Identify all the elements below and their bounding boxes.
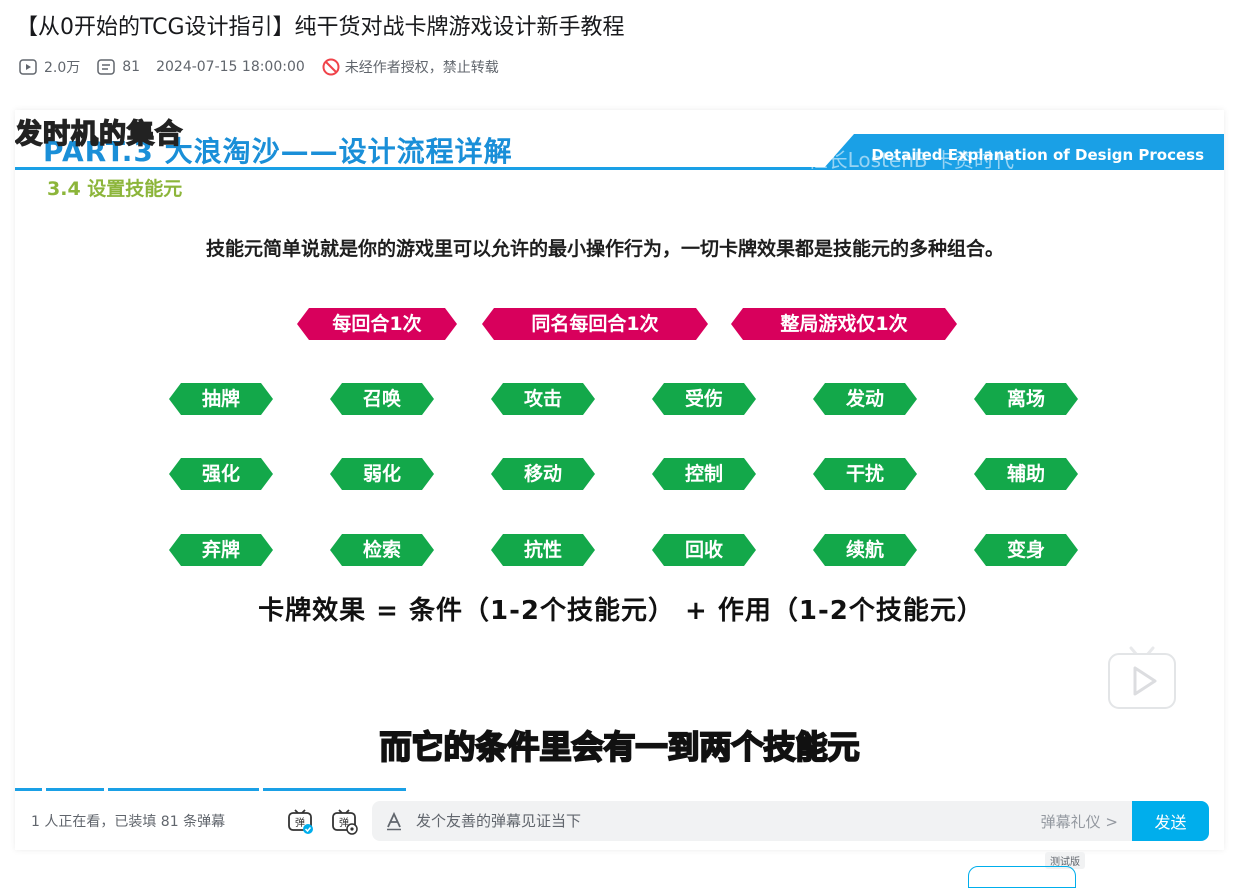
limit-tag: 整局游戏仅1次 (731, 308, 957, 340)
danmaku-toggle-icon: 弹 (288, 809, 313, 834)
danmaku-toggle-button[interactable]: 弹 (285, 806, 315, 836)
danmaku-etiquette-link[interactable]: 弹幕礼仪 > (1041, 811, 1118, 832)
copyright-text: 未经作者授权，禁止转载 (344, 60, 499, 76)
uploader-watermark: 发时机的集合 (15, 118, 183, 151)
copyright-notice: 未经作者授权，禁止转载 (321, 57, 499, 77)
skill-tag: 回收 (652, 534, 756, 566)
skill-tag: 变身 (974, 534, 1078, 566)
danmaku-settings-button[interactable]: 弹 (329, 806, 359, 836)
view-count: 2.0万 (18, 57, 80, 77)
danmaku-settings-icon: 弹 (332, 809, 358, 835)
viewers-count: 1 人正在看，已装填 81 条弹幕 (31, 814, 226, 830)
limit-tag: 每回合1次 (297, 308, 457, 340)
skill-tag: 弱化 (330, 458, 434, 490)
video-player[interactable]: PART.3 大浪淘沙——设计流程详解 社长LostenB 卡资时代 Detai… (15, 110, 1224, 850)
limit-tag: 同名每回合1次 (482, 308, 708, 340)
danmaku-input-box[interactable]: 弹幕礼仪 > (372, 801, 1132, 841)
video-frame[interactable]: PART.3 大浪淘沙——设计流程详解 社长LostenB 卡资时代 Detai… (15, 110, 1224, 792)
text-style-icon[interactable] (384, 811, 404, 831)
video-subtitle: 而它的条件里会有一到两个技能元 (378, 727, 860, 767)
skill-tag: 检索 (330, 534, 434, 566)
slide-intro: 技能元简单说就是你的游戏里可以允许的最小操作行为，一切卡牌效果都是技能元的多种组… (205, 238, 1004, 260)
partial-button[interactable] (968, 866, 1076, 888)
skill-tag: 离场 (974, 383, 1078, 415)
prohibited-icon (322, 58, 340, 76)
skill-tag: 召唤 (330, 383, 434, 415)
video-meta: 2.0万 81 2024-07-15 18:00:00 未经作者授权，禁止转载 (18, 55, 515, 79)
skill-tag: 发动 (813, 383, 917, 415)
danmaku-count-value: 81 (122, 59, 141, 75)
video-title: 【从0开始的TCG设计指引】纯干货对战卡牌游戏设计新手教程 (16, 15, 625, 40)
danmaku-bar: 1 人正在看，已装填 81 条弹幕 弹 弹 发个友善的弹幕见证当下 弹幕礼仪 >… (15, 792, 1224, 850)
send-button[interactable]: 发送 (1132, 801, 1209, 841)
skill-tag: 移动 (491, 458, 595, 490)
skill-tag: 控制 (652, 458, 756, 490)
skill-tag: 抗性 (491, 534, 595, 566)
skill-tag: 辅助 (974, 458, 1078, 490)
publish-time: 2024-07-15 18:00:00 (156, 59, 305, 75)
skill-tag: 抽牌 (169, 383, 273, 415)
skill-tag: 续航 (813, 534, 917, 566)
danmaku-count-icon (97, 59, 116, 75)
danmaku-input[interactable] (414, 811, 1018, 831)
view-count-value: 2.0万 (44, 60, 81, 76)
skill-tag: 干扰 (813, 458, 917, 490)
play-count-icon (19, 59, 37, 75)
skill-tag: 弃牌 (169, 534, 273, 566)
slide-sub-heading: 3.4 设置技能元 (47, 178, 183, 200)
skill-tag: 受伤 (652, 383, 756, 415)
skill-tag: 强化 (169, 458, 273, 490)
bilibili-tv-icon[interactable] (1107, 642, 1177, 710)
slide-header-english: Detailed Explanation of Design Process (871, 146, 1204, 164)
slide-formula: 卡牌效果 = 条件（1-2个技能元） + 作用（1-2个技能元） (258, 596, 984, 626)
skill-tag: 攻击 (491, 383, 595, 415)
danmaku-count: 81 (96, 57, 140, 77)
